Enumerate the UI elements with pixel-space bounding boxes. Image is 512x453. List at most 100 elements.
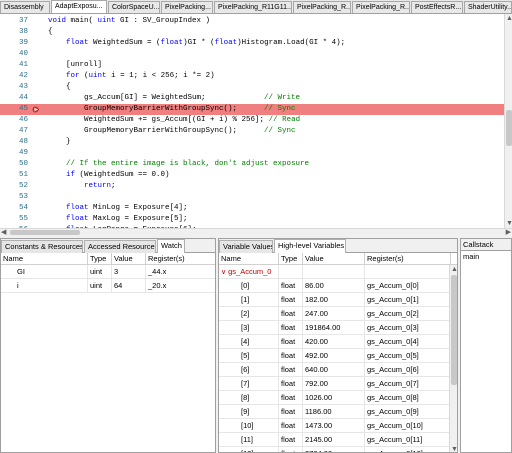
code-line[interactable]: 51 if (WeightedSum == 0.0) bbox=[0, 170, 504, 181]
code-line[interactable]: 40 bbox=[0, 49, 504, 60]
tab-pixelpacking-r-1[interactable]: PixelPacking_R... bbox=[293, 1, 351, 13]
table-row[interactable]: [0] float 86.00 gs_Accum_0[0] bbox=[219, 279, 457, 293]
code-line[interactable]: 48 } bbox=[0, 137, 504, 148]
table-row[interactable]: [3] float 191864.00 gs_Accum_0[3] bbox=[219, 321, 457, 335]
tab-accessed-resources[interactable]: Accessed Resources bbox=[84, 240, 156, 253]
code-line[interactable]: 47 GroupMemoryBarrierWithGroupSync(); //… bbox=[0, 126, 504, 137]
tab-watch[interactable]: Watch bbox=[157, 239, 185, 254]
callstack-panel: Callstack main bbox=[460, 238, 512, 453]
editor-scroll-thumb[interactable] bbox=[506, 110, 512, 146]
type-cell: float bbox=[279, 419, 303, 433]
table-row[interactable]: [12]float2704.00gs_Accum_0[12] bbox=[219, 447, 457, 452]
tab-disassembly[interactable]: Disassembly bbox=[0, 1, 50, 13]
group-name-cell[interactable]: ∨ gs_Accum_0 bbox=[219, 265, 279, 279]
scroll-down-icon[interactable]: ▼ bbox=[451, 446, 457, 452]
name-cell: [7] bbox=[219, 377, 279, 391]
table-row[interactable]: [9] float 1186.00 gs_Accum_0[9] bbox=[219, 405, 457, 419]
variables-scroll-thumb[interactable] bbox=[451, 275, 457, 385]
code-line[interactable]: 49 bbox=[0, 148, 504, 159]
table-row[interactable]: [7] float 792.00 gs_Accum_0[7] bbox=[219, 377, 457, 391]
table-row[interactable]: GI uint 3 _44.x bbox=[1, 265, 215, 279]
col-type[interactable]: Type bbox=[279, 253, 303, 265]
code-line[interactable]: 42 for (uint i = 1; i < 256; i *= 2) bbox=[0, 71, 504, 82]
register-cell: gs_Accum_0[10] bbox=[365, 419, 451, 433]
keyword-token: float bbox=[160, 39, 184, 47]
col-name[interactable]: Name bbox=[1, 253, 88, 265]
tab-constants-resources[interactable]: Constants & Resources bbox=[1, 240, 83, 253]
name-cell: [9] bbox=[219, 405, 279, 419]
code-comment: // If the entire image is black, don't a… bbox=[66, 160, 310, 168]
col-type[interactable]: Type bbox=[88, 253, 112, 265]
code-line[interactable]: 38 { bbox=[0, 27, 504, 38]
register-cell: _44.x bbox=[146, 265, 215, 279]
code-line[interactable]: 50 // If the entire image is black, don'… bbox=[0, 159, 504, 170]
col-value[interactable]: Value bbox=[303, 253, 365, 265]
table-row[interactable]: [11] float 2145.00 gs_Accum_0[11] bbox=[219, 433, 457, 447]
tab-high-level-variables[interactable]: High-level Variables bbox=[274, 239, 346, 254]
table-row[interactable]: [5] float 492.00 gs_Accum_0[5] bbox=[219, 349, 457, 363]
code-line[interactable]: 44 gs_Accum[GI] = WeightedSum; // Write bbox=[0, 93, 504, 104]
code-line[interactable]: 45 GroupMemoryBarrierWithGroupSync(); //… bbox=[0, 104, 504, 115]
code-comment: // Sync bbox=[264, 105, 296, 113]
value-cell: 1026.00 bbox=[303, 391, 365, 405]
scroll-right-icon[interactable]: ▶ bbox=[506, 229, 511, 236]
editor-hscroll-thumb[interactable] bbox=[10, 230, 80, 235]
tab-pixelpacking-r11g11[interactable]: PixelPacking_R11G11... bbox=[214, 1, 292, 13]
scroll-down-icon[interactable]: ▼ bbox=[506, 220, 512, 227]
breakpoint-arrow-icon[interactable] bbox=[32, 106, 40, 113]
code-line[interactable]: 37 void main( uint GI : SV_GroupIndex ) bbox=[0, 16, 504, 27]
chevron-down-icon[interactable]: ∨ bbox=[221, 266, 226, 279]
table-row[interactable]: [1] float 182.00 gs_Accum_0[1] bbox=[219, 293, 457, 307]
variables-scrollbar[interactable]: ▲ ▼ bbox=[449, 265, 457, 452]
scroll-up-icon[interactable]: ▲ bbox=[506, 15, 512, 22]
table-row[interactable]: i uint 64 _20.x bbox=[1, 279, 215, 293]
line-number: 54 bbox=[18, 204, 28, 212]
code-line[interactable]: 55 float MaxLog = Exposure[5]; bbox=[0, 214, 504, 225]
col-registers[interactable]: Register(s) bbox=[365, 253, 451, 265]
code-editor[interactable]: 37 void main( uint GI : SV_GroupIndex ) 38… bbox=[0, 14, 512, 229]
tab-pixelpacking-r-2[interactable]: PixelPacking_R... bbox=[352, 1, 410, 13]
name-cell: [6] bbox=[219, 363, 279, 377]
scroll-left-icon[interactable]: ◀ bbox=[1, 229, 6, 236]
code-line[interactable]: 39 float WeightedSum = (float)GI * (floa… bbox=[0, 38, 504, 49]
code-line[interactable]: 46 WeightedSum += gs_Accum[(GI + i) % 25… bbox=[0, 115, 504, 126]
code-line[interactable]: 43 { bbox=[0, 82, 504, 93]
keyword-token: float bbox=[66, 39, 89, 47]
callstack-item[interactable]: main bbox=[463, 252, 479, 262]
tab-posteffects[interactable]: PostEffectsR... bbox=[411, 1, 463, 13]
col-registers[interactable]: Register(s) bbox=[146, 253, 215, 265]
keyword-token: float bbox=[66, 215, 89, 223]
tab-colorspaceutility[interactable]: ColorSpaceU... bbox=[108, 1, 160, 13]
code-text: return; bbox=[84, 182, 116, 190]
tab-adaptexposure[interactable]: AdaptExposu... bbox=[51, 0, 107, 13]
table-row[interactable]: [10] float 1473.00 gs_Accum_0[10] bbox=[219, 419, 457, 433]
col-value[interactable]: Value bbox=[112, 253, 146, 265]
tab-shaderutility[interactable]: ShaderUtility... bbox=[464, 1, 512, 13]
tab-variable-values[interactable]: Variable Values bbox=[219, 240, 273, 253]
table-row[interactable]: [2] float 247.00 gs_Accum_0[2] bbox=[219, 307, 457, 321]
code-line[interactable]: 54 float MinLog = Exposure[4]; bbox=[0, 203, 504, 214]
scroll-up-icon[interactable]: ▲ bbox=[451, 266, 457, 273]
value-cell: 1186.00 bbox=[303, 405, 365, 419]
table-row[interactable]: [4] float 420.00 gs_Accum_0[4] bbox=[219, 335, 457, 349]
value-cell: 492.00 bbox=[303, 349, 365, 363]
group-row[interactable]: ∨ gs_Accum_0 bbox=[219, 265, 457, 279]
col-name[interactable]: Name bbox=[219, 253, 279, 265]
type-cell: float bbox=[279, 391, 303, 405]
editor-horizontal-scrollbar[interactable]: ◀ ▶ bbox=[0, 228, 512, 236]
code-line[interactable]: 41 [unroll] bbox=[0, 60, 504, 71]
editor-vertical-scrollbar[interactable]: ▲ ▼ bbox=[504, 14, 512, 228]
register-cell: gs_Accum_0[12] bbox=[365, 447, 451, 452]
code-line[interactable]: 52 return; bbox=[0, 181, 504, 192]
value-cell: 247.00 bbox=[303, 307, 365, 321]
table-row[interactable]: [8] float 1026.00 gs_Accum_0[8] bbox=[219, 391, 457, 405]
table-row[interactable]: [6] float 640.00 gs_Accum_0[6] bbox=[219, 363, 457, 377]
tab-pixelpacking[interactable]: PixelPacking... bbox=[161, 1, 213, 13]
variables-table-header: Name Type Value Register(s) bbox=[219, 253, 457, 265]
type-cell: uint bbox=[88, 265, 112, 279]
register-cell: gs_Accum_0[2] bbox=[365, 307, 451, 321]
keyword-token: if bbox=[66, 171, 76, 179]
code-line[interactable]: 53 bbox=[0, 192, 504, 203]
line-number: 53 bbox=[18, 193, 28, 201]
value-cell: 792.00 bbox=[303, 377, 365, 391]
